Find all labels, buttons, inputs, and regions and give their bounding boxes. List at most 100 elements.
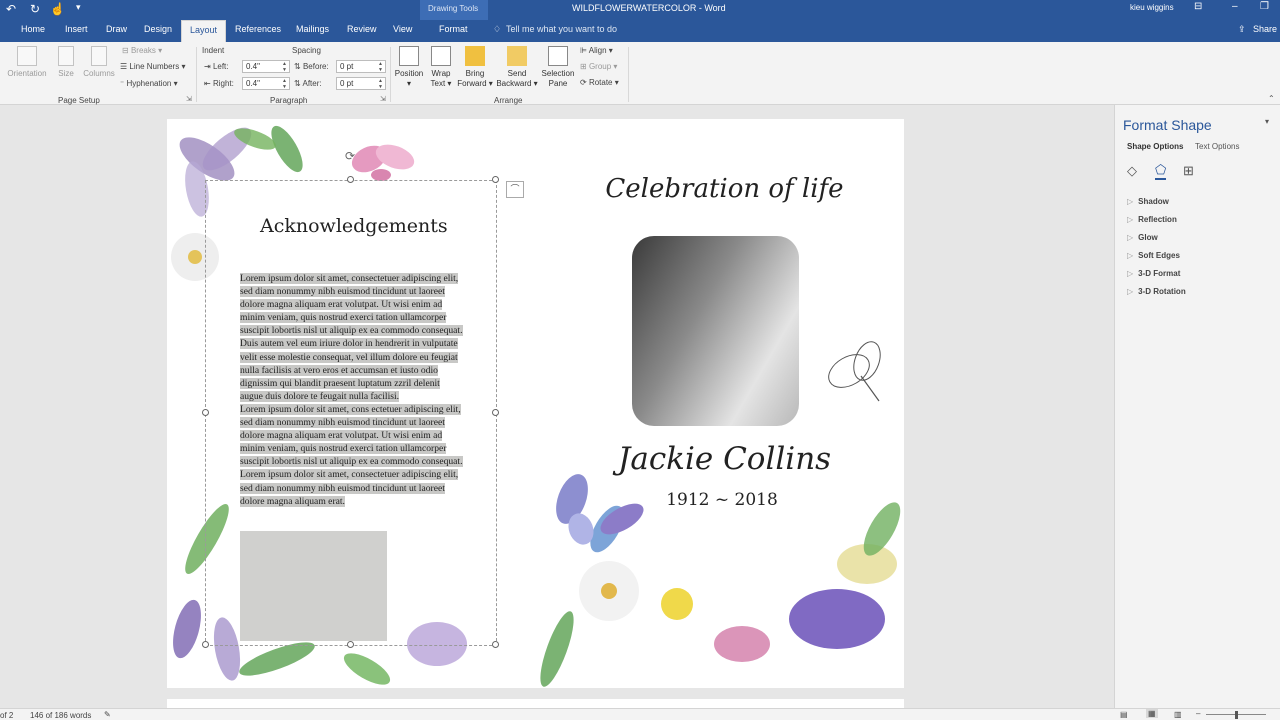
- tab-draw[interactable]: Draw: [106, 24, 127, 34]
- tab-view[interactable]: View: [393, 24, 412, 34]
- document-title: WILDFLOWERWATERCOLOR - Word: [572, 3, 726, 13]
- portrait-photo: [632, 236, 799, 426]
- years-text: 1912 ~ 2018: [666, 490, 778, 510]
- breaks-button[interactable]: ⊟ Breaks ▾: [122, 46, 162, 55]
- selection-highlight-block: [240, 531, 387, 641]
- selection-pane-button[interactable]: Selection Pane: [539, 46, 577, 89]
- ribbon-tabs: Home Insert Draw Design Layout Reference…: [0, 20, 1280, 42]
- redo-icon[interactable]: ↻: [30, 2, 40, 16]
- layout-options-icon[interactable]: ⌒: [506, 181, 524, 198]
- butterfly-blue-image: [556, 474, 594, 545]
- expand-arrow-icon: ▷: [1127, 287, 1134, 296]
- name-heading: Jackie Collins: [617, 441, 832, 477]
- tell-me-search[interactable]: Tell me what you want to do: [506, 24, 617, 34]
- send-backward-button[interactable]: Send Backward ▾: [496, 46, 538, 89]
- paragraph-launcher-icon[interactable]: ⇲: [380, 95, 386, 103]
- print-layout-icon[interactable]: ▦: [1146, 709, 1158, 718]
- align-button[interactable]: ⊫ Align ▾: [580, 46, 613, 55]
- spinner-arrows-icon[interactable]: ▲ ▼: [378, 61, 383, 73]
- size-button[interactable]: Size: [52, 46, 80, 79]
- resize-handle[interactable]: [202, 409, 209, 416]
- resize-handle[interactable]: [347, 641, 354, 648]
- effects-icon[interactable]: ⬠: [1155, 162, 1167, 180]
- tab-format[interactable]: Format: [439, 24, 468, 34]
- document-page[interactable]: ⟳ ⌒ Acknowledgements Lorem ipsum dolor s…: [167, 119, 904, 688]
- spinner-arrows-icon[interactable]: ▲ ▼: [378, 78, 383, 90]
- touch-mode-icon[interactable]: ☝: [50, 2, 65, 16]
- page-indicator[interactable]: of 2: [0, 711, 13, 720]
- read-mode-icon[interactable]: ▤: [1120, 710, 1128, 719]
- tab-text-options[interactable]: Text Options: [1195, 142, 1239, 151]
- resize-handle[interactable]: [492, 409, 499, 416]
- page-setup-launcher-icon[interactable]: ⇲: [186, 95, 192, 103]
- spacing-label: Spacing: [292, 46, 321, 55]
- indent-right-input[interactable]: 0.4" ▲ ▼: [242, 77, 290, 90]
- expand-arrow-icon: ▷: [1127, 197, 1134, 206]
- resize-handle[interactable]: [492, 641, 499, 648]
- columns-button[interactable]: Columns: [80, 46, 118, 79]
- body-paragraph: Lorem ipsum dolor sit amet, cons ectetue…: [240, 403, 463, 468]
- spinner-arrows-icon[interactable]: ▲ ▼: [282, 78, 287, 90]
- tab-layout[interactable]: Layout: [181, 20, 227, 42]
- section-soft-edges[interactable]: ▷ Soft Edges: [1127, 251, 1180, 260]
- word-count[interactable]: 146 of 186 words: [30, 711, 91, 720]
- undo-icon[interactable]: ↶: [6, 2, 16, 16]
- resize-handle[interactable]: [347, 176, 354, 183]
- section-3d-rotation[interactable]: ▷ 3-D Rotation: [1127, 287, 1186, 296]
- proofing-icon[interactable]: ✎: [104, 710, 111, 719]
- indent-left-label: ⇥ Left:: [204, 62, 229, 71]
- section-reflection[interactable]: ▷ Reflection: [1127, 215, 1177, 224]
- customize-qat-icon[interactable]: ▾: [76, 2, 81, 13]
- size-properties-icon[interactable]: ⊞: [1183, 163, 1194, 179]
- tab-references[interactable]: References: [235, 24, 281, 34]
- rotate-button[interactable]: ⟳ Rotate ▾: [580, 78, 619, 87]
- wrap-text-button[interactable]: Wrap Text ▾: [427, 46, 455, 89]
- celebration-heading: Celebration of life: [605, 174, 844, 204]
- tab-review[interactable]: Review: [347, 24, 377, 34]
- tab-design[interactable]: Design: [144, 24, 172, 34]
- web-layout-icon[interactable]: ▥: [1174, 710, 1182, 719]
- resize-handle[interactable]: [202, 641, 209, 648]
- spacing-before-input[interactable]: 0 pt ▲ ▼: [336, 60, 386, 73]
- butterfly-outline-image: [828, 341, 881, 402]
- title-bar: ↶ ↻ ☝ ▾ Drawing Tools WILDFLOWERWATERCOL…: [0, 0, 1280, 42]
- restore-icon[interactable]: ❐: [1260, 1, 1269, 12]
- ribbon-display-icon[interactable]: ⊟: [1194, 1, 1202, 12]
- fill-line-icon[interactable]: ◇: [1127, 163, 1137, 179]
- tab-insert[interactable]: Insert: [65, 24, 88, 34]
- rotate-handle-icon[interactable]: ⟳: [345, 149, 355, 163]
- pane-options-icon[interactable]: ▾: [1265, 117, 1269, 126]
- section-glow[interactable]: ▷ Glow: [1127, 233, 1158, 242]
- indent-left-input[interactable]: 0.4" ▲ ▼: [242, 60, 290, 73]
- spinner-arrows-icon[interactable]: ▲ ▼: [282, 61, 287, 73]
- separator: [628, 47, 629, 102]
- user-name[interactable]: kieu wiggins: [1130, 3, 1174, 12]
- tab-shape-options[interactable]: Shape Options: [1127, 142, 1183, 151]
- size-icon: [58, 46, 74, 66]
- pane-title: Format Shape: [1123, 117, 1212, 133]
- bring-forward-button[interactable]: Bring Forward ▾: [455, 46, 495, 89]
- send-backward-icon: [507, 46, 527, 66]
- columns-icon: [91, 46, 107, 66]
- minimize-icon[interactable]: –: [1232, 1, 1238, 12]
- line-numbers-button[interactable]: ☰ Line Numbers ▾: [120, 62, 185, 71]
- body-paragraph: Lorem ipsum dolor sit amet, consectetuer…: [240, 469, 459, 507]
- hyphenation-button[interactable]: ⁻ Hyphenation ▾: [120, 79, 178, 88]
- resize-handle[interactable]: [492, 176, 499, 183]
- zoom-out-icon[interactable]: –: [1196, 709, 1200, 718]
- tab-home[interactable]: Home: [21, 24, 45, 34]
- section-3d-format[interactable]: ▷ 3-D Format: [1127, 269, 1180, 278]
- indent-right-label: ⇤ Right:: [204, 79, 234, 88]
- wrap-text-icon: [431, 46, 451, 66]
- collapse-ribbon-icon[interactable]: ⌃: [1268, 94, 1275, 103]
- expand-arrow-icon: ▷: [1127, 251, 1134, 260]
- acknowledgements-body[interactable]: Lorem ipsum dolor sit amet, consectetuer…: [240, 272, 465, 508]
- spacing-after-input[interactable]: 0 pt ▲ ▼: [336, 77, 386, 90]
- position-button[interactable]: Position ▾: [393, 46, 425, 89]
- tab-mailings[interactable]: Mailings: [296, 24, 329, 34]
- group-button[interactable]: ⊞ Group ▾: [580, 62, 617, 71]
- share-button[interactable]: Share: [1253, 24, 1277, 34]
- orientation-button[interactable]: Orientation: [4, 46, 50, 79]
- section-shadow[interactable]: ▷ Shadow: [1127, 197, 1169, 206]
- zoom-thumb[interactable]: [1235, 711, 1238, 719]
